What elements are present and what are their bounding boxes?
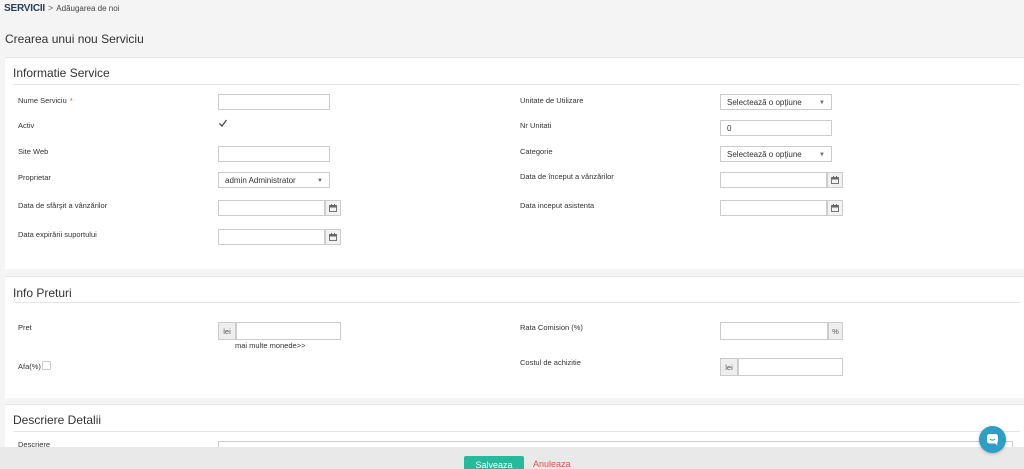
categorie-select[interactable]: Selectează o opţiune ▼ (720, 146, 832, 162)
label-data-expirare: Data expirării suportului (18, 230, 97, 239)
label-costul-achizitie: Costul de achizitie (520, 358, 581, 367)
categorie-value: Selectează o opţiune (727, 150, 802, 159)
data-asistenta-calendar-button[interactable] (827, 200, 843, 216)
costul-achizitie-input[interactable] (738, 358, 843, 376)
nr-unitati-input[interactable]: 0 (720, 120, 832, 136)
breadcrumb-current: Adăugarea de noi (56, 4, 120, 13)
nume-serviciu-input[interactable] (218, 94, 330, 110)
breadcrumb: SERVICII > Adăugarea de noi (4, 3, 119, 14)
pricing-info-panel: Info Preturi Pret lei mai multe monede>>… (5, 276, 1024, 398)
percent-addon: % (828, 322, 843, 340)
label-proprietar: Proprietar (18, 173, 51, 182)
label-activ: Activ (18, 121, 35, 130)
pret-currency-addon: lei (218, 322, 236, 340)
required-marker: * (69, 96, 73, 105)
section-divider (13, 84, 1020, 85)
cancel-link[interactable]: Anuleaza (533, 459, 571, 469)
data-inceput-input[interactable] (720, 172, 827, 188)
data-expirare-calendar-button[interactable] (325, 229, 341, 245)
chevron-down-icon: ▼ (317, 178, 323, 184)
label-site-web: Site Web (18, 147, 49, 156)
more-currencies-link[interactable]: mai multe monede>> (235, 341, 305, 350)
page-title: Crearea unui nou Serviciu (5, 32, 144, 46)
rata-comision-input[interactable] (720, 322, 828, 340)
pret-input[interactable] (236, 322, 341, 340)
checkmark-icon (219, 119, 228, 128)
label-afa: Afa(%) (18, 362, 41, 371)
data-sfarsit-input[interactable] (218, 200, 325, 216)
label-data-asistenta: Data inceput asistenta (520, 201, 595, 210)
label-nume-serviciu: Nume Serviciu * (18, 96, 73, 105)
label-data-sfarsit: Data de sfârşit a vânzărilor (18, 201, 108, 210)
cost-currency-addon: lei (720, 358, 738, 376)
chevron-down-icon: ▼ (819, 152, 825, 158)
afa-checkbox[interactable] (42, 361, 51, 370)
proprietar-select[interactable]: admin Administrator ▼ (218, 172, 330, 188)
label-rata-comision: Rata Comision (%) (520, 323, 583, 332)
label-nr-unitati: Nr Unitati (520, 121, 552, 130)
unitate-utilizare-select[interactable]: Selectează o opţiune ▼ (720, 94, 832, 110)
label-pret: Pret (18, 323, 32, 332)
section-divider (13, 431, 1020, 432)
section-divider (13, 302, 1020, 303)
proprietar-value: admin Administrator (225, 176, 296, 185)
data-asistenta-input[interactable] (720, 200, 827, 216)
chat-bubble-icon (987, 434, 998, 446)
site-web-input[interactable] (218, 146, 330, 162)
service-info-panel: Informatie Service Nume Serviciu * Activ … (5, 57, 1024, 269)
data-inceput-calendar-button[interactable] (827, 172, 843, 188)
data-expirare-input[interactable] (218, 229, 325, 245)
calendar-icon (329, 204, 337, 212)
breadcrumb-root[interactable]: SERVICII (4, 3, 45, 14)
description-details-panel: Descriere Detalii Descriere (5, 404, 1024, 461)
label-categorie: Categorie (520, 147, 553, 156)
section-title-preturi: Info Preturi (13, 286, 72, 300)
unitate-utilizare-value: Selectează o opţiune (727, 98, 802, 107)
section-title-info: Informatie Service (13, 66, 110, 80)
label-unitate-utilizare: Unitate de Utilizare (520, 96, 584, 105)
save-button[interactable]: Salveaza (464, 456, 524, 469)
form-actions-bar: Salveaza Anuleaza (0, 447, 1024, 469)
data-sfarsit-calendar-button[interactable] (325, 200, 341, 216)
section-title-detalii: Descriere Detalii (13, 413, 102, 427)
activ-checkbox[interactable] (218, 118, 228, 131)
calendar-icon (831, 176, 839, 184)
chevron-down-icon: ▼ (819, 100, 825, 106)
breadcrumb-separator: > (48, 3, 54, 13)
label-data-inceput: Data de început a vânzărilor (520, 172, 614, 181)
calendar-icon (329, 233, 337, 241)
chat-launcher-button[interactable] (979, 426, 1006, 453)
calendar-icon (831, 204, 839, 212)
